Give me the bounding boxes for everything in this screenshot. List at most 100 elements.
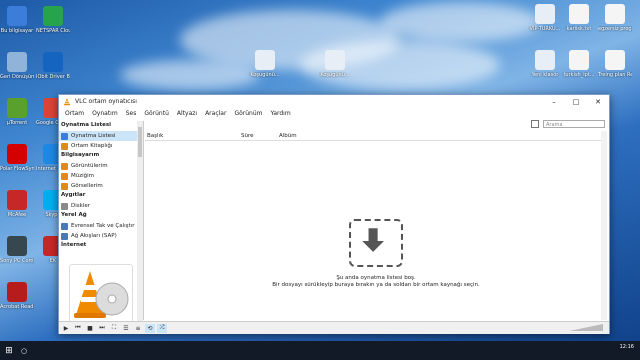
close-button[interactable]: ✕	[587, 95, 609, 108]
desktop-icon[interactable]: Bu bilgisayar	[0, 6, 34, 34]
menu-item-1[interactable]: Oynatım	[88, 110, 122, 117]
loop-button[interactable]: ⟲	[145, 323, 155, 333]
disc-icon	[61, 202, 68, 210]
sidebar-item[interactable]: Oynatma Listesi	[59, 131, 143, 141]
library-icon	[61, 142, 68, 150]
desktop-icon[interactable]: Geri Dönüşüm	[0, 52, 34, 80]
desktop-icon-label: kariisk.txt	[566, 26, 592, 32]
sidebar-heading: Yerel Ağ	[61, 212, 87, 218]
desktop-icon[interactable]: turkish_ipt...	[562, 50, 596, 78]
sidebar-item[interactable]: Evrensel Tak ve Çalıştır	[59, 221, 143, 231]
desktop-icon[interactable]: kariisk.txt	[562, 4, 596, 32]
minimize-button[interactable]: –	[543, 95, 565, 108]
shuffle-button[interactable]: ⤮	[157, 323, 167, 333]
column-title[interactable]: Başlık	[147, 133, 163, 139]
volume-control[interactable]	[569, 324, 603, 331]
column-album[interactable]: Albüm	[279, 133, 297, 139]
sidebar-item-label: Oynatma Listesi	[71, 133, 116, 139]
netspar-icon	[43, 6, 63, 26]
search-icon[interactable]: ○	[18, 341, 30, 360]
playlist-icon	[61, 132, 68, 140]
extended-settings-button[interactable]: ☰	[121, 324, 131, 333]
desktop-icon[interactable]: Koşugünü...	[318, 50, 352, 78]
desktop-icon[interactable]: VIP-TURKU...	[528, 4, 562, 32]
sidebar-item-label: Görüntülerim	[71, 163, 108, 169]
desktop-icon[interactable]: Yeni klasör	[528, 50, 562, 78]
empty-message-line2: Bir dosyayı sürükleyip buraya bırakın ya…	[272, 282, 480, 288]
title-bar[interactable]: VLC ortam oynatıcısı – □ ✕	[59, 95, 609, 108]
text-file-icon	[605, 4, 625, 24]
text-file-icon	[605, 50, 625, 70]
utorrent-icon	[7, 98, 27, 118]
desktop-icon[interactable]: egzersiz programi.txt	[598, 4, 632, 32]
fullscreen-button[interactable]: ⛶	[109, 324, 119, 333]
sidebar-scrollbar[interactable]	[137, 121, 143, 321]
sidebar-item[interactable]: Görsellerim	[59, 181, 143, 191]
column-duration[interactable]: Süre	[241, 133, 254, 139]
desktop-icon[interactable]: Acrobat Reader DC	[0, 282, 34, 310]
vlc-window: VLC ortam oynatıcısı – □ ✕ Ortam Oynatım S…	[58, 94, 610, 334]
sidebar-item[interactable]: Görüntülerim	[59, 161, 143, 171]
polar-icon	[7, 144, 27, 164]
desktop-icon-label: Koşugünü...	[320, 72, 350, 78]
desktop-icon[interactable]: Sony PC Companion	[0, 236, 34, 264]
videos-icon	[61, 162, 68, 170]
media-file-icon	[255, 50, 275, 70]
menu-item-4[interactable]: Altyazı	[173, 110, 201, 117]
desktop-icon-label: Yeni klasör	[531, 72, 559, 78]
desktop-icon[interactable]: Koşugünü...	[248, 50, 282, 78]
sidebar-item[interactable]: Müziğim	[59, 171, 143, 181]
menu-item-0[interactable]: Ortam	[61, 110, 88, 117]
playlist-toggle-button[interactable]: ≡	[133, 324, 143, 333]
menu-item-6[interactable]: Görünüm	[230, 110, 266, 117]
sidebar-heading: İnternet	[61, 242, 87, 248]
driver-booster-icon	[43, 52, 63, 72]
media-file-icon	[535, 50, 555, 70]
desktop-icon-label: Treing plan Recep.txt	[598, 72, 632, 78]
desktop-icon[interactable]: Treing plan Recep.txt	[598, 50, 632, 78]
text-file-icon	[569, 50, 589, 70]
playlist-header: Başlık Süre Albüm	[145, 131, 607, 141]
sidebar-item[interactable]: Ağ Akışları (SAP)	[59, 231, 143, 241]
taskbar: ⊞ ○ 12:16	[0, 341, 640, 360]
play-button[interactable]: ▶	[61, 324, 71, 333]
vlc-logo-icon	[74, 271, 129, 318]
desktop-icon-label: Acrobat Reader DC	[0, 304, 34, 310]
desktop-icon-label: Polar FlowSync	[0, 166, 34, 172]
sidebar-item[interactable]: Ortam Kitaplığı	[59, 141, 143, 151]
next-button[interactable]: ⏭	[97, 324, 107, 333]
taskbar-clock[interactable]: 12:16	[620, 344, 634, 350]
menu-item-7[interactable]: Yardım	[266, 110, 294, 117]
playlist-view-icon[interactable]	[531, 120, 539, 128]
desktop-icon[interactable]: IObit Driver Booster	[36, 52, 70, 80]
desktop-icon-label: McAfee	[7, 212, 27, 218]
search-input[interactable]: Arama	[543, 120, 605, 128]
desktop-icon-label: NETSPAR Cloud	[36, 28, 70, 34]
desktop-icon[interactable]: Polar FlowSync	[0, 144, 34, 172]
sony-icon	[7, 236, 27, 256]
sidebar: Oynatma Listesi Oynatma Listesi Ortam Kita…	[59, 121, 144, 324]
desktop-icon[interactable]: McAfee	[0, 190, 34, 218]
sidebar-item-label: Ağ Akışları (SAP)	[71, 233, 117, 239]
menu-item-5[interactable]: Araçlar	[201, 110, 230, 117]
desktop-icon[interactable]: NETSPAR Cloud	[36, 6, 70, 34]
sidebar-heading: Bilgisayarım	[61, 152, 100, 158]
menu-item-3[interactable]: Görüntü	[140, 110, 173, 117]
stop-button[interactable]: ■	[85, 324, 95, 333]
sidebar-list: Oynatma Listesi Oynatma Listesi Ortam Kita…	[59, 121, 143, 251]
drop-download-icon	[349, 219, 403, 267]
sidebar-item[interactable]: Diskler	[59, 201, 143, 211]
network-icon	[61, 232, 68, 240]
window-title: VLC ortam oynatıcısı	[75, 98, 137, 105]
recycle-bin-icon	[7, 52, 27, 72]
sidebar-item-label: Müziğim	[71, 173, 95, 179]
sidebar-item-label: Diskler	[71, 203, 90, 209]
menu-bar: Ortam Oynatım Ses Görüntü Altyazı Araçlar Görü…	[59, 108, 609, 119]
previous-button[interactable]: ⏮	[73, 324, 83, 333]
desktop-icon[interactable]: µTorrent	[0, 98, 34, 126]
maximize-button[interactable]: □	[565, 95, 587, 108]
sidebar-item-label: Ortam Kitaplığı	[71, 143, 113, 149]
start-button[interactable]: ⊞	[0, 341, 18, 360]
media-file-icon	[325, 50, 345, 70]
menu-item-2[interactable]: Ses	[122, 110, 141, 117]
